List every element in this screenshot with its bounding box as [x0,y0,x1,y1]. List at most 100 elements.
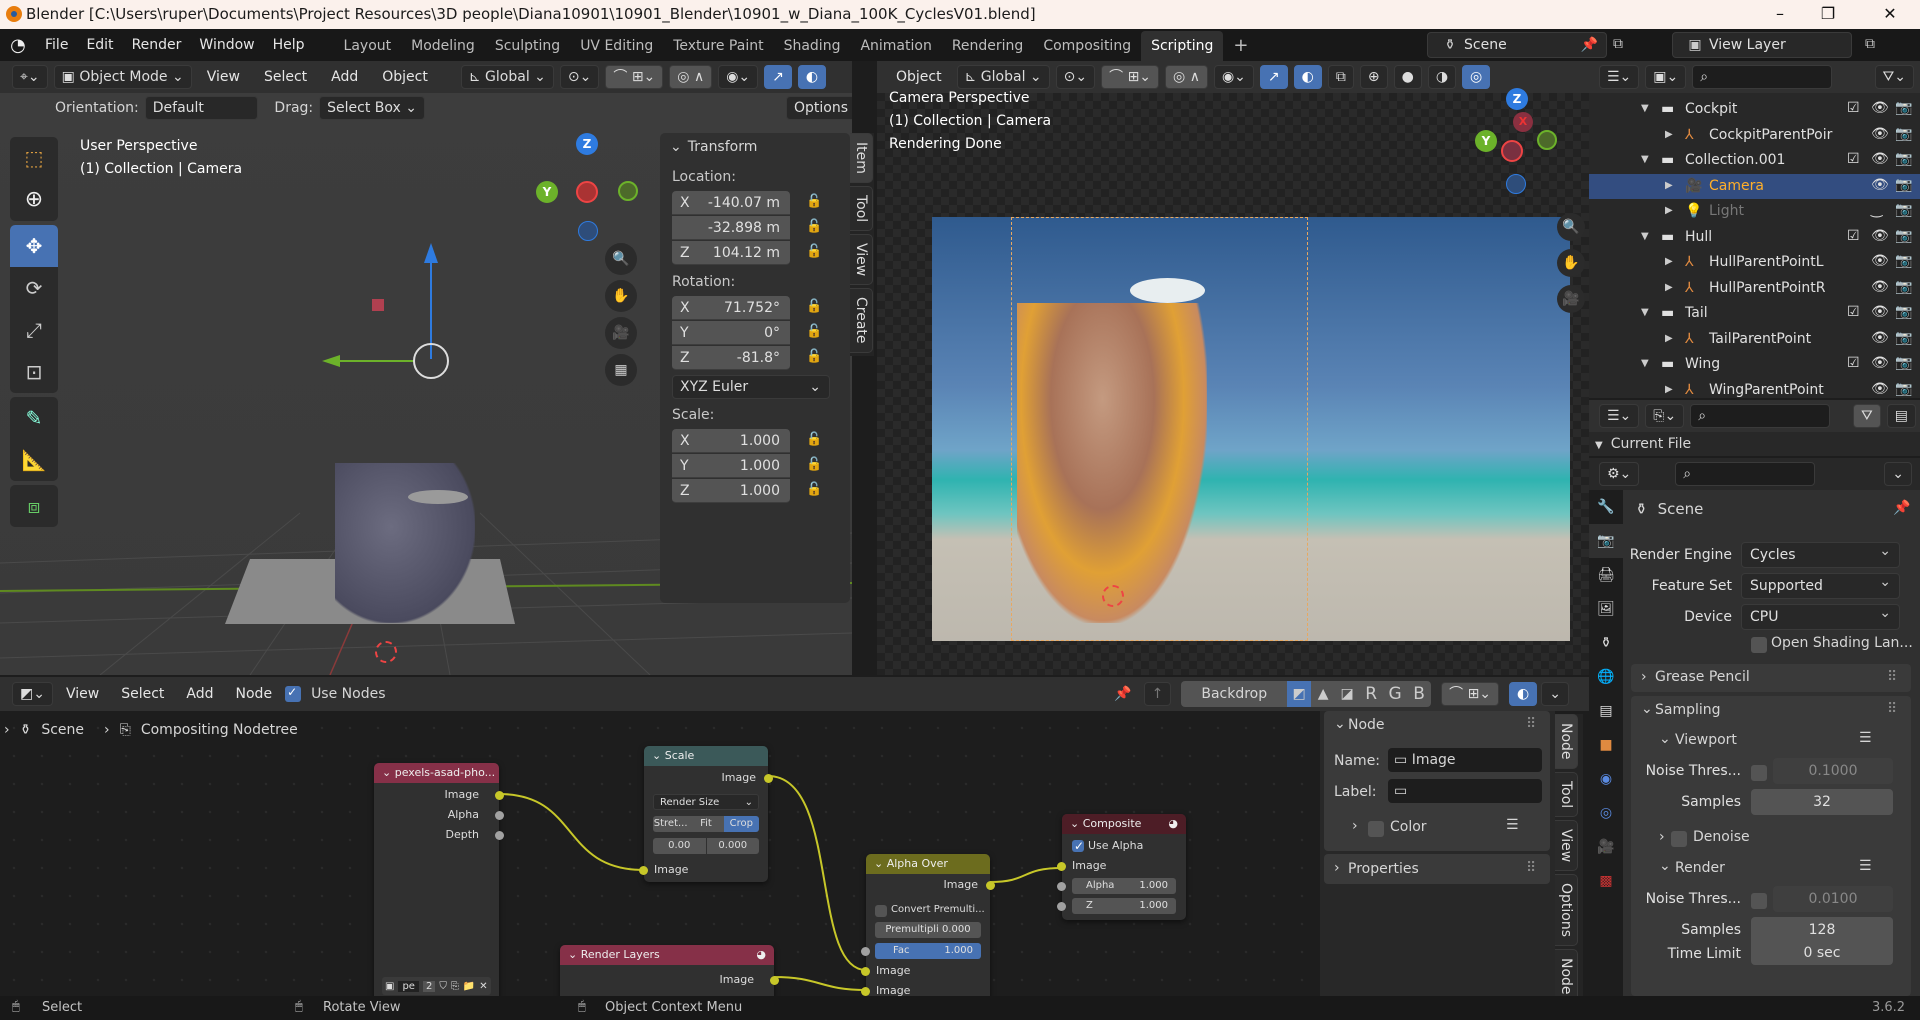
overlay-options-dropdown[interactable]: ⌄ [1541,682,1569,706]
tab-shading[interactable]: Shading [774,31,851,61]
file-search-input[interactable]: ⌕ [1690,404,1831,428]
render-noise-field[interactable]: 0.0100 [1773,886,1893,912]
gizmo-x-neg[interactable] [1501,140,1523,162]
lock-icon[interactable]: 🔓 [806,457,822,472]
collapse-triangle-icon[interactable]: ▼ [1641,103,1649,114]
navigation-gizmo[interactable]: Z Y [520,133,640,241]
gizmo-x-neg[interactable] [576,181,598,203]
node-color-checkbox[interactable] [1368,821,1384,837]
collapse-triangle-icon[interactable]: ▼ [1641,307,1649,318]
pin-icon[interactable]: 📌 [1581,33,1598,57]
exclude-checkbox[interactable]: ☑ [1847,228,1860,244]
editor-type-button[interactable]: ⚙⌄ [1599,462,1640,486]
render-layers-image-socket[interactable] [770,976,779,985]
right-camera-viewport[interactable]: Object ⊾ Global ⌄ ⊙⌄ ⌒ ⊞⌄ ◎ ∧ ◉⌄ ↗ ◐ ⧉ ⊕… [877,61,1589,675]
menu-node[interactable]: Node [227,678,282,710]
render-visibility-icon[interactable]: 📷 [1895,304,1912,320]
close-button[interactable]: ✕ [1862,0,1918,29]
eye-icon[interactable]: 👁 [1871,151,1889,167]
zoom-icon[interactable]: 🔍 [605,243,637,275]
tab-texture-paint[interactable]: Texture Paint [663,31,773,61]
expand-triangle-icon[interactable]: ▶ [1665,180,1673,191]
material-shading-button[interactable]: ◑ [1427,65,1457,89]
collapse-triangle-icon[interactable]: ▼ [1641,358,1649,369]
wireframe-shading-button[interactable]: ⊕ [1359,65,1388,89]
node-properties-subpanel[interactable]: › Properties ⠿ [1324,854,1550,884]
render-visibility-icon[interactable]: 📷 [1895,279,1912,295]
crop-mode-button[interactable]: Crop [723,816,759,832]
outliner-search-input[interactable]: ⌕ [1692,65,1833,89]
eye-icon[interactable]: 👁 [1871,228,1889,244]
tab-create[interactable]: Create [850,288,873,353]
physics-tab-icon[interactable]: ◉ [1589,762,1623,796]
preset-list-icon[interactable]: ☰ [1859,730,1872,746]
unlink-icon[interactable]: ✕ [479,981,487,992]
menu-view[interactable]: View [57,678,108,710]
offset-x-field[interactable]: 0.00 [653,838,706,854]
visibility-selector[interactable]: ◉⌄ [1213,65,1254,89]
drag-handle-icon[interactable]: ⠿ [1887,669,1897,685]
editor-type-button[interactable]: ◩⌄ [12,682,53,706]
gizmo-z[interactable]: Z [576,133,598,155]
world-tab-icon[interactable]: 🌐 [1589,660,1623,694]
tab-scripting[interactable]: Scripting [1141,30,1224,61]
viewport-subpanel-label[interactable]: Viewport [1675,732,1737,748]
alpha-over-output-socket[interactable] [986,881,995,890]
render-visibility-icon[interactable]: 📷 [1895,330,1912,346]
camera-canvas[interactable]: Camera Perspective (1) Collection | Came… [877,88,1589,675]
tab-tool[interactable]: Tool [850,185,873,232]
snap-toggle[interactable]: ⌒ ⊞⌄ [1101,65,1160,89]
add-workspace-button[interactable]: + [1223,31,1258,61]
composite-z-field[interactable]: Z 1.000 [1072,898,1176,914]
snap-toggle[interactable]: ⌒ ⊞⌄ [605,65,664,89]
open-folder-icon[interactable]: 📁 [463,981,475,992]
channel-r-toggle[interactable]: R [1359,684,1383,704]
tab-modeling[interactable]: Modeling [401,31,485,61]
render-layers-node[interactable]: ⌄ Render Layers ◕ Image [560,945,779,996]
blender-menu-icon[interactable]: ◔ [0,35,36,56]
object-tab-icon[interactable]: ■ [1589,728,1623,762]
transform-orientation-selector[interactable]: ⊾ Global ⌄ [956,65,1050,89]
outliner-item[interactable]: ▼ ▬ Cockpit ☑ 👁 📷 [1589,97,1920,123]
camera-view-icon[interactable]: 🎥 [1557,285,1585,313]
camera-data-tab-icon[interactable]: 🎥 [1589,830,1623,864]
gizmo-z-neg[interactable] [578,221,598,241]
tab-sculpting[interactable]: Sculpting [485,31,570,61]
denoise-checkbox[interactable] [1671,831,1687,847]
tool-tab-icon[interactable]: 🔧 [1589,490,1623,524]
feature-set-selector[interactable]: Supported [1741,570,1900,599]
pin-icon[interactable]: 📌 [1114,686,1131,702]
exclude-checkbox[interactable]: ☑ [1847,151,1860,167]
offset-y-field[interactable]: 0.000 [706,838,759,854]
convert-premul-checkbox[interactable] [875,905,887,917]
constraints-tab-icon[interactable]: ◎ [1589,796,1623,830]
gizmo-z-neg[interactable] [1506,174,1526,194]
lock-icon[interactable]: 🔓 [806,324,822,339]
render-samples-field[interactable]: 128 [1751,917,1893,943]
gizmo-z[interactable]: Z [1506,88,1528,110]
expand-triangle-icon[interactable]: ▶ [1665,205,1673,216]
exclude-checkbox[interactable]: ☑ [1847,100,1860,116]
use-nodes-checkbox[interactable] [285,685,302,702]
overlay-toggle[interactable]: ◐ [1509,682,1538,706]
expand-triangle-icon[interactable]: ▶ [1665,129,1673,140]
scale-space-selector[interactable]: Render Size ⌄ [653,794,759,810]
left-3d-viewport[interactable]: ⌖⌄ ▣ Object Mode ⌄ View Select Add Objec… [0,61,874,675]
alpha-output-socket[interactable] [495,811,504,820]
eye-icon[interactable]: 👁 [1871,330,1889,346]
menu-edit[interactable]: Edit [77,29,122,61]
pan-hand-icon[interactable]: ✋ [1557,249,1585,277]
menu-render[interactable]: Render [123,29,191,61]
pin-icon[interactable]: 📌 [1893,500,1910,516]
collapse-triangle-icon[interactable]: ▼ [1641,231,1649,242]
menu-object[interactable]: Object [373,61,437,93]
display-mode-button[interactable]: ☰⌄ [1599,65,1640,89]
tab-tool[interactable]: Tool [1555,771,1578,817]
grease-pencil-panel[interactable]: › Grease Pencil ⠿ [1631,664,1911,692]
rendered-shading-button[interactable]: ◎ [1462,65,1491,89]
parent-node-tree-icon[interactable]: ↑ [1143,682,1172,706]
location-field-z[interactable]: Z 104.12 m [672,241,790,265]
lock-icon[interactable]: 🔓 [806,244,822,259]
zoom-icon[interactable]: 🔍 [1557,213,1585,241]
rotation-field-x[interactable]: X 71.752° [672,296,790,320]
